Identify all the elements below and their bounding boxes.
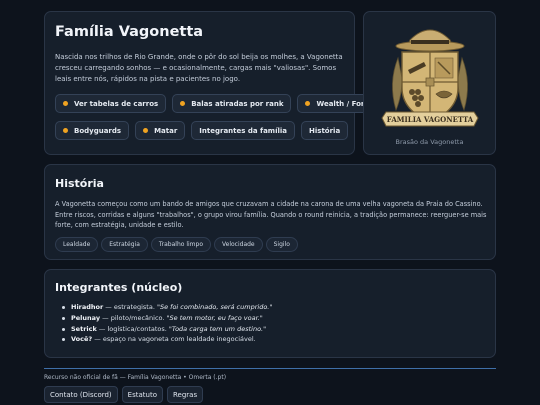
status-dot-icon xyxy=(63,128,68,133)
rules-link[interactable]: Regras xyxy=(166,386,204,403)
tag-lealdade: Lealdade xyxy=(55,237,99,252)
history-text: A Vagonetta começou como um bando de ami… xyxy=(55,200,487,230)
member-item: Setrick — logística/contatos. "Toda carg… xyxy=(60,324,480,335)
hero-description: Nascida nos trilhos de Rio Grande, onde … xyxy=(55,53,343,83)
bodyguards-button[interactable]: Bodyguards xyxy=(55,121,130,140)
tag-sigilo: Sigilo xyxy=(265,237,298,252)
members-link-button[interactable]: Integrantes da família xyxy=(191,121,296,140)
kill-button[interactable]: Matar xyxy=(135,121,186,140)
tag-trabalho-limpo: Trabalho limpo xyxy=(150,237,211,252)
page-title: Família Vagonetta xyxy=(55,24,204,40)
members-list: Hiradhor — estrategista. "Se foi combina… xyxy=(60,302,480,345)
hero-card: Família Vagonetta Nascida nos trilhos de… xyxy=(44,11,391,155)
statute-link[interactable]: Estatuto xyxy=(121,386,163,403)
member-item: Hiradhor — estrategista. "Se foi combina… xyxy=(60,302,480,313)
footer-note: Recurso não oficial de fã — Família Vago… xyxy=(44,374,227,381)
crest-caption: Brasão da Vagonetta xyxy=(395,138,464,146)
contact-discord-link[interactable]: Contato (Discord) xyxy=(44,386,118,403)
members-title: Integrantes (núcleo) xyxy=(55,281,183,294)
status-dot-icon xyxy=(305,101,311,106)
family-crest-image: FAMILIA VAGONETTA xyxy=(381,29,479,127)
crest-banner-text: FAMILIA VAGONETTA xyxy=(387,115,474,124)
member-item: Você? — espaço na vagoneta com lealdade … xyxy=(60,334,480,345)
members-card: Integrantes (núcleo) Hiradhor — estrateg… xyxy=(44,269,496,358)
history-link-button[interactable]: História xyxy=(301,121,349,140)
status-dot-icon xyxy=(143,128,149,133)
member-item: Pelunay — piloto/mecânico. "Se tem motor… xyxy=(60,313,480,324)
tag-estrategia: Estratégia xyxy=(101,237,148,252)
history-card: História A Vagonetta começou como um ban… xyxy=(44,164,496,260)
history-title: História xyxy=(55,177,104,190)
status-dot-icon xyxy=(63,101,68,106)
tag-velocidade: Velocidade xyxy=(214,237,263,252)
crest-card: FAMILIA VAGONETTA Brasão da Vagonetta xyxy=(363,11,496,155)
footer-divider xyxy=(44,368,496,369)
status-dot-icon xyxy=(180,101,186,106)
bullets-rank-button[interactable]: Balas atiradas por rank xyxy=(172,94,292,113)
cars-table-button[interactable]: Ver tabelas de carros xyxy=(55,94,167,113)
footer-links: Contato (Discord) Estatuto Regras xyxy=(44,386,207,403)
